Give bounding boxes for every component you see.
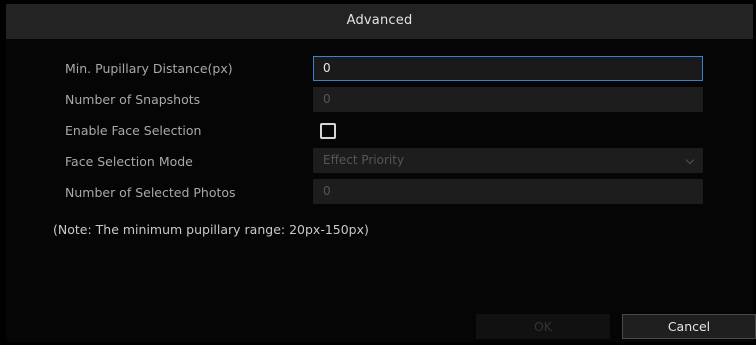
advanced-dialog: Advanced Min. Pupillary Distance(px) 0 N… [6, 4, 756, 342]
dialog-title: Advanced [346, 13, 413, 28]
face-selection-mode-value: Effect Priority [323, 153, 405, 167]
chevron-down-icon [685, 155, 695, 165]
enable-face-selection-label: Enable Face Selection [65, 123, 202, 138]
face-selection-mode-select[interactable]: Effect Priority [313, 148, 703, 173]
enable-face-selection-checkbox[interactable] [320, 123, 336, 139]
num-snapshots-label: Number of Snapshots [65, 92, 201, 107]
num-snapshots-input[interactable]: 0 [313, 87, 703, 112]
pupillary-range-note: (Note: The minimum pupillary range: 20px… [53, 222, 369, 237]
dialog-titlebar: Advanced [6, 4, 753, 39]
ok-button[interactable]: OK [476, 314, 610, 339]
num-selected-photos-input[interactable]: 0 [313, 179, 703, 204]
min-pupillary-input[interactable]: 0 [313, 56, 703, 81]
face-selection-mode-label: Face Selection Mode [65, 154, 193, 169]
cancel-button[interactable]: Cancel [622, 314, 756, 339]
min-pupillary-label: Min. Pupillary Distance(px) [65, 61, 233, 76]
num-selected-photos-label: Number of Selected Photos [65, 185, 236, 200]
